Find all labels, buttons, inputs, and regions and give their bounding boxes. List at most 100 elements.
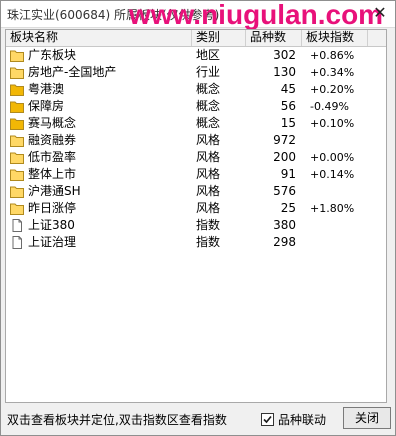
sector-index-change: +0.00% [310,151,355,164]
sector-name: 广东板块 [28,48,77,62]
row-name-cell: 整体上市 [6,166,192,183]
sector-name: 上证治理 [28,235,77,249]
sector-type: 概念 [196,82,221,96]
table-row[interactable]: 赛马概念 概念 15 +0.10% [6,115,386,132]
linkage-label: 品种联动 [278,413,327,427]
sector-type: 风格 [196,150,221,164]
sector-count: 91 [280,167,296,181]
hint-text: 双击查看板块并定位,双击指数区查看指数 [7,413,227,427]
column-header-count[interactable]: 品种数 [246,30,302,46]
close-button[interactable]: 关闭 [343,407,391,429]
table-row[interactable]: 保障房 概念 56 -0.49% [6,98,386,115]
sector-count: 200 [273,150,296,164]
column-header-name[interactable]: 板块名称 [6,30,192,46]
folder-icon [10,202,24,215]
table-row[interactable]: 广东板块 地区 302 +0.86% [6,47,386,64]
folder-icon [10,185,24,198]
folder-icon [10,66,24,79]
sector-count: 576 [273,184,296,198]
table-row[interactable]: 粤港澳 概念 45 +0.20% [6,81,386,98]
sector-index-change [302,132,368,149]
sector-list[interactable]: 板块名称 类别 品种数 板块指数 广东板块 地区 302 +0.86% 房地产-全国地产… [5,29,387,403]
sector-count: 56 [280,99,296,113]
row-name-cell: 保障房 [6,98,192,115]
row-name-cell: 融资融券 [6,132,192,149]
table-row[interactable]: 融资融券 风格 972 [6,132,386,149]
sector-index-change: +0.10% [310,117,355,130]
sector-index-change [302,183,368,200]
sector-count: 45 [280,82,296,96]
sector-name: 低市盈率 [28,150,77,164]
row-name-cell: 上证治理 [6,234,192,251]
sector-name: 沪港通SH [28,184,81,198]
sector-index-change [302,217,368,234]
row-name-cell: 粤港澳 [6,81,192,98]
table-row[interactable]: 低市盈率 风格 200 +0.00% [6,149,386,166]
list-rows: 广东板块 地区 302 +0.86% 房地产-全国地产 行业 130 +0.34% 粤港澳 概念 4… [6,47,386,251]
sector-type: 风格 [196,167,221,181]
row-name-cell: 上证380 [6,217,192,234]
sector-type: 风格 [196,184,221,198]
sector-index-change: +0.20% [310,83,355,96]
close-icon[interactable]: ✕ [371,3,389,23]
row-name-cell: 赛马概念 [6,115,192,132]
list-header: 板块名称 类别 品种数 板块指数 [6,30,386,47]
document-icon [10,236,24,249]
sector-type: 概念 [196,99,221,113]
linkage-toggle[interactable]: 品种联动 [261,411,326,428]
sector-name: 昨日涨停 [28,201,77,215]
sector-name: 赛马概念 [28,116,77,130]
column-header-index[interactable]: 板块指数 [302,30,368,46]
folder-icon [10,168,24,181]
table-row[interactable]: 昨日涨停 风格 25 +1.80% [6,200,386,217]
sector-index-change: +0.14% [310,168,355,181]
checkmark-icon [263,415,272,424]
sector-name: 房地产-全国地产 [28,65,117,79]
row-name-cell: 广东板块 [6,47,192,64]
sector-index-change [302,234,368,251]
sector-type: 地区 [196,48,221,62]
sector-count: 25 [280,201,296,215]
folder-icon [10,134,24,147]
sector-name: 上证380 [28,218,75,232]
document-icon [10,219,24,232]
status-bar: 双击查看板块并定位,双击指数区查看指数 品种联动 关闭 [1,403,395,435]
sector-count: 972 [273,133,296,147]
sector-type: 指数 [196,235,221,249]
folder-icon [10,151,24,164]
sector-index-change: +0.34% [310,66,355,79]
table-row[interactable]: 整体上市 风格 91 +0.14% [6,166,386,183]
sector-index-change: +0.86% [310,49,355,62]
folder-filled-icon [10,100,24,113]
table-row[interactable]: 沪港通SH 风格 576 [6,183,386,200]
sector-name: 粤港澳 [28,82,65,96]
linkage-checkbox[interactable] [261,413,274,426]
row-name-cell: 低市盈率 [6,149,192,166]
table-row[interactable]: 上证380 指数 380 [6,217,386,234]
dialog-window: 珠江实业(600684) 所属板块(仅供参考) www.niugulan.com… [0,0,396,436]
folder-icon [10,49,24,62]
title-bar[interactable]: 珠江实业(600684) 所属板块(仅供参考) www.niugulan.com… [1,0,395,30]
sector-count: 298 [273,235,296,249]
sector-index-change: -0.49% [310,100,349,113]
sector-type: 指数 [196,218,221,232]
column-header-type[interactable]: 类别 [192,30,246,46]
row-name-cell: 沪港通SH [6,183,192,200]
table-row[interactable]: 房地产-全国地产 行业 130 +0.34% [6,64,386,81]
sector-type: 风格 [196,201,221,215]
folder-filled-icon [10,117,24,130]
sector-name: 保障房 [28,99,65,113]
sector-name: 融资融券 [28,133,77,147]
sector-type: 概念 [196,116,221,130]
table-row[interactable]: 上证治理 指数 298 [6,234,386,251]
sector-index-change: +1.80% [310,202,355,215]
sector-count: 302 [273,48,296,62]
sector-count: 15 [280,116,296,130]
row-name-cell: 房地产-全国地产 [6,64,192,81]
row-name-cell: 昨日涨停 [6,200,192,217]
sector-count: 380 [273,218,296,232]
sector-count: 130 [273,65,296,79]
watermark-text: www.niugulan.com [129,0,384,30]
sector-type: 风格 [196,133,221,147]
folder-filled-icon [10,83,24,96]
